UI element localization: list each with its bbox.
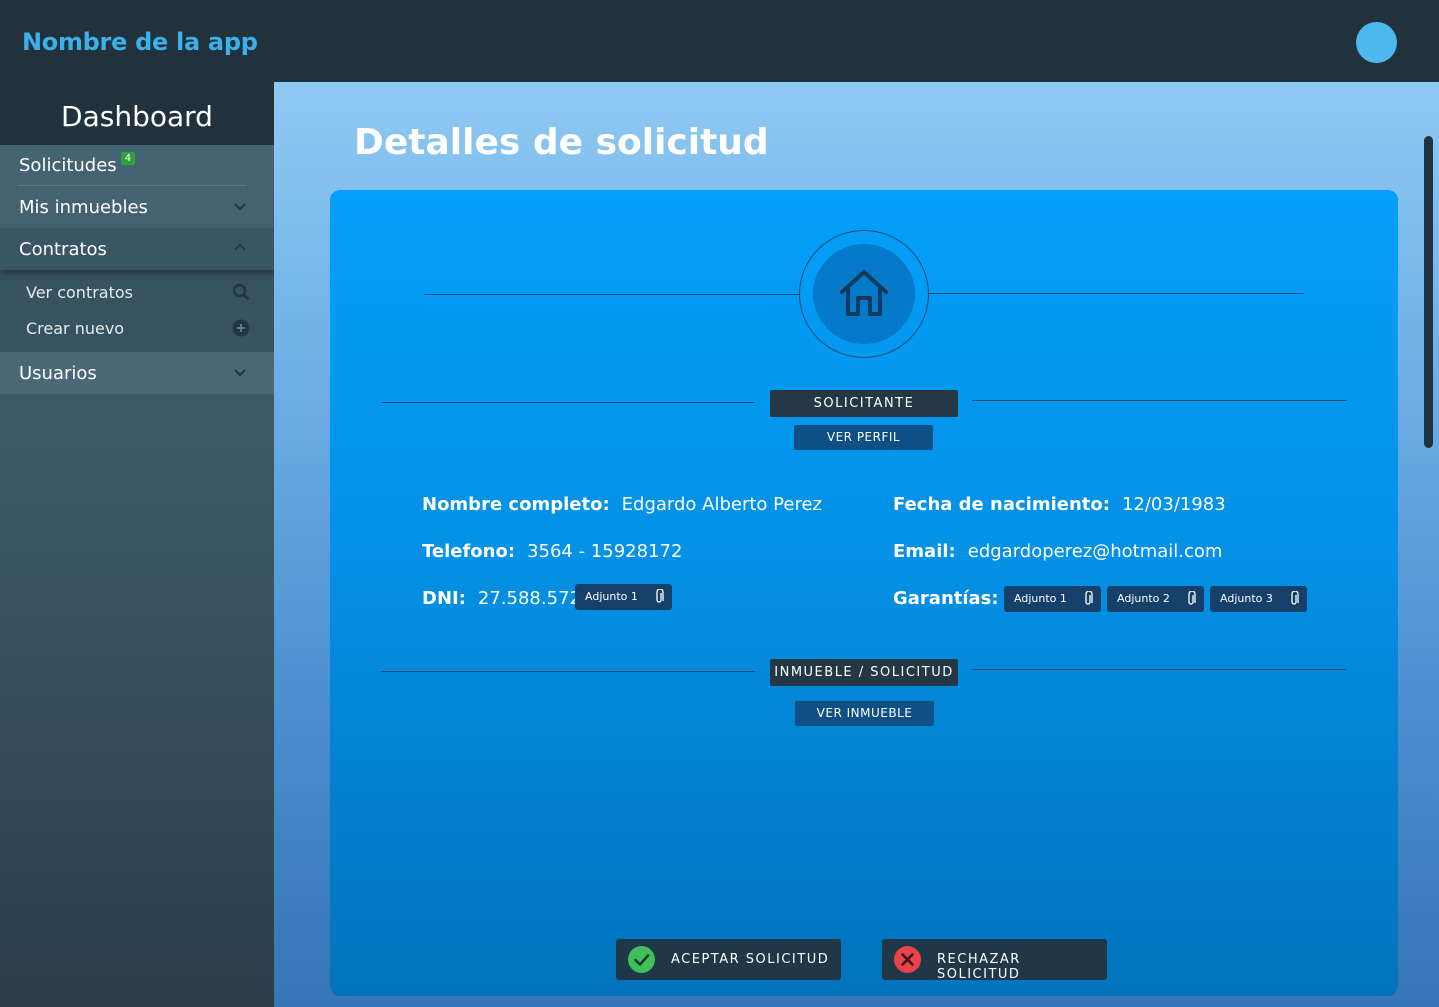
chevron-down-icon (234, 203, 246, 211)
paperclip-icon (1291, 591, 1299, 605)
sidebar-item-usuarios[interactable]: Usuarios (0, 352, 274, 394)
ver-inmueble-button[interactable]: VER INMUEBLE (795, 701, 934, 726)
dni-attachment-button[interactable]: Adjunto 1 (575, 584, 672, 610)
field-label: Garantías: (893, 588, 999, 609)
field-value: Edgardo Alberto Perez (621, 494, 822, 515)
request-details-card: SOLICITANTE VER PERFIL Nombre completo: E… (330, 190, 1398, 996)
house-icon (840, 270, 888, 316)
paperclip-icon (1188, 591, 1196, 605)
sidebar-item-label: Usuarios (19, 362, 97, 384)
field-fecha-nacimiento: Fecha de nacimiento: 12/03/1983 (893, 494, 1226, 515)
plus-circle-icon (232, 319, 250, 337)
close-icon (894, 946, 921, 973)
field-nombre: Nombre completo: Edgardo Alberto Perez (422, 494, 822, 515)
field-garantias: Garantías: (893, 588, 1011, 609)
scrollbar[interactable] (1424, 136, 1433, 448)
sidebar-title: Dashboard (0, 82, 274, 145)
field-label: Email: (893, 541, 956, 562)
field-label: Fecha de nacimiento: (893, 494, 1110, 515)
accept-request-button[interactable]: ACEPTAR SOLICITUD (616, 939, 841, 980)
section-label-solicitante: SOLICITANTE (770, 390, 958, 417)
field-label: DNI: (422, 588, 466, 609)
divider (972, 669, 1347, 670)
garantia-attachment-button-2[interactable]: Adjunto 2 (1107, 586, 1204, 612)
top-bar: Nombre de la app (0, 0, 1439, 82)
main-content: Detalles de solicitud SOLICITANTE VER PE… (274, 82, 1439, 1007)
notification-badge: 4 (120, 152, 136, 165)
sidebar-item-mis-inmuebles[interactable]: Mis inmuebles (0, 186, 274, 228)
attachment-label: Adjunto 1 (1014, 592, 1067, 605)
attachment-label: Adjunto 3 (1220, 592, 1273, 605)
chevron-down-icon (234, 369, 246, 377)
search-icon (232, 283, 250, 301)
sidebar-item-label: Solicitudes (19, 155, 117, 176)
garantia-attachment-button-3[interactable]: Adjunto 3 (1210, 586, 1307, 612)
divider (929, 293, 1304, 294)
paperclip-icon (656, 589, 664, 603)
sidebar: Dashboard Solicitudes 4 Mis inmuebles Co… (0, 82, 274, 1007)
action-label: RECHAZAR SOLICITUD (937, 952, 1021, 982)
sidebar-item-contratos[interactable]: Contratos (0, 228, 274, 270)
field-label: Telefono: (422, 541, 516, 562)
app-name[interactable]: Nombre de la app (22, 28, 258, 56)
ver-perfil-button[interactable]: VER PERFIL (794, 425, 933, 450)
submenu-item-label: Ver contratos (26, 282, 133, 302)
field-telefono: Telefono: 3564 - 15928172 (422, 541, 682, 562)
contratos-submenu: Ver contratos Crear nuevo (0, 270, 274, 352)
paperclip-icon (1085, 591, 1093, 605)
field-value: 27.588.572 (477, 588, 581, 609)
field-email: Email: edgardoperez@hotmail.com (893, 541, 1222, 562)
divider (381, 671, 755, 672)
divider (424, 294, 799, 295)
section-label-inmueble: INMUEBLE / SOLICITUD (770, 659, 958, 686)
action-label: ACEPTAR SOLICITUD (671, 952, 830, 967)
house-badge (799, 230, 929, 358)
garantia-attachment-button-1[interactable]: Adjunto 1 (1004, 586, 1101, 612)
divider (381, 402, 755, 403)
sidebar-item-label: Contratos (19, 238, 107, 260)
field-value: edgardoperez@hotmail.com (967, 541, 1223, 562)
page-title: Detalles de solicitud (354, 122, 769, 163)
submenu-item-label: Crear nuevo (26, 318, 125, 338)
submenu-item-crear-nuevo[interactable]: Crear nuevo (0, 310, 274, 346)
divider (972, 400, 1347, 401)
field-value: 3564 - 15928172 (527, 541, 683, 562)
attachment-label: Adjunto 2 (1117, 592, 1170, 605)
avatar[interactable] (1356, 22, 1397, 63)
field-dni: DNI: 27.588.572 (422, 588, 581, 609)
field-value: 12/03/1983 (1121, 494, 1226, 515)
field-label: Nombre completo: (422, 494, 610, 515)
sidebar-item-label: Mis inmuebles (19, 196, 148, 218)
sidebar-item-solicitudes[interactable]: Solicitudes 4 (0, 145, 274, 186)
submenu-item-ver-contratos[interactable]: Ver contratos (0, 274, 274, 310)
chevron-up-icon (234, 243, 246, 251)
check-icon (628, 946, 655, 973)
attachment-label: Adjunto 1 (585, 590, 638, 603)
reject-request-button[interactable]: RECHAZAR SOLICITUD (882, 939, 1107, 982)
